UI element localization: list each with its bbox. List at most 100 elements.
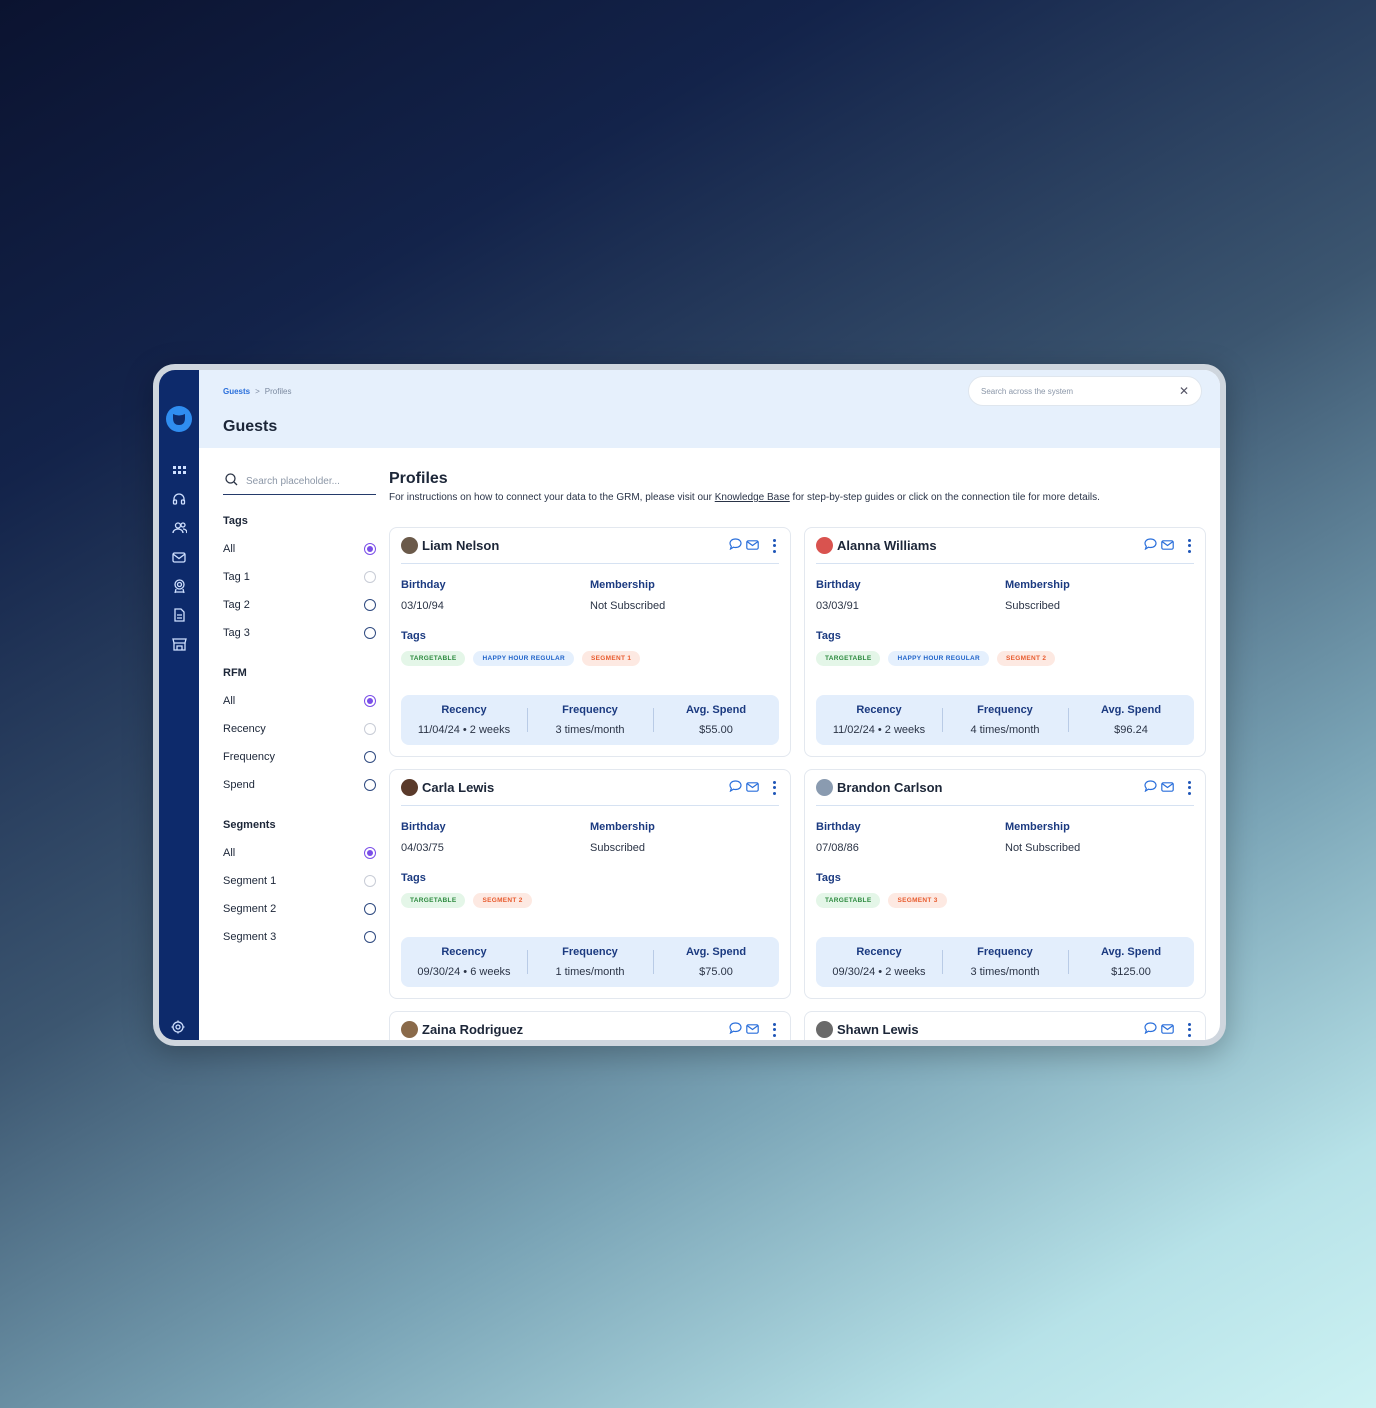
profile-card[interactable]: Brandon Carlson Birthday 07/08/86 Member… (804, 769, 1206, 999)
card-header: Shawn Lewis (816, 1012, 1194, 1040)
filter-option[interactable]: All (223, 535, 376, 563)
filter-option[interactable]: Tag 2 (223, 591, 376, 619)
breadcrumb-profiles: Profiles (264, 387, 292, 396)
filter-option[interactable]: Spend (223, 771, 376, 799)
membership-value: Subscribed (1005, 600, 1061, 612)
filter-group-title: RFM (223, 667, 247, 679)
filter-option[interactable]: Recency (223, 715, 376, 743)
mail-icon[interactable] (746, 1021, 759, 1039)
membership-label: Membership (590, 579, 655, 591)
guest-name[interactable]: Carla Lewis (422, 780, 494, 795)
close-icon[interactable]: ✕ (1179, 384, 1189, 398)
guest-name[interactable]: Liam Nelson (422, 538, 499, 553)
more-options-icon[interactable] (769, 1022, 779, 1037)
filter-radio[interactable] (364, 903, 376, 915)
more-options-icon[interactable] (1184, 538, 1194, 553)
rfm-stats: Recency 09/30/24 • 2 weeks Frequency 3 tim… (816, 937, 1194, 987)
filter-option[interactable]: All (223, 687, 376, 715)
filter-option[interactable]: Tag 3 (223, 619, 376, 647)
guest-name[interactable]: Alanna Williams (837, 538, 937, 553)
filter-option[interactable]: Segment 3 (223, 923, 376, 951)
tags-label: Tags (401, 872, 426, 884)
chat-icon[interactable] (1144, 1021, 1157, 1039)
recency-label: Recency (856, 946, 902, 958)
guest-name[interactable]: Brandon Carlson (837, 780, 942, 795)
filter-option[interactable]: Segment 2 (223, 895, 376, 923)
filter-search-input[interactable]: Search placeholder... (223, 468, 376, 495)
chat-icon[interactable] (1144, 537, 1157, 555)
avatar (816, 537, 833, 554)
filter-option-label: Tag 2 (223, 599, 250, 611)
filter-radio[interactable] (364, 931, 376, 943)
filter-radio[interactable] (364, 695, 376, 707)
more-options-icon[interactable] (1184, 780, 1194, 795)
filter-radio[interactable] (364, 571, 376, 583)
recency-value: 09/30/24 • 6 weeks (417, 966, 511, 978)
document-icon[interactable] (171, 607, 187, 623)
chat-icon[interactable] (729, 537, 742, 555)
mail-icon[interactable] (171, 549, 187, 565)
breadcrumb-guests[interactable]: Guests (223, 387, 250, 396)
store-icon[interactable] (171, 636, 187, 652)
tag-badge: SEGMENT 3 (888, 893, 947, 908)
chat-icon[interactable] (729, 1021, 742, 1039)
profile-card[interactable]: Alanna Williams Birthday 03/03/91 Member… (804, 527, 1206, 757)
breadcrumb: Guests > Profiles (223, 387, 291, 396)
rfm-stats: Recency 09/30/24 • 6 weeks Frequency 1 tim… (401, 937, 779, 987)
filter-option[interactable]: Tag 1 (223, 563, 376, 591)
guest-name[interactable]: Zaina Rodriguez (422, 1022, 523, 1037)
knowledge-base-link[interactable]: Knowledge Base (715, 492, 790, 503)
avatar (401, 1021, 418, 1038)
filter-radio[interactable] (364, 779, 376, 791)
more-options-icon[interactable] (1184, 1022, 1194, 1037)
description-text-end: for step-by-step guides or click on the … (789, 492, 1100, 503)
award-icon[interactable] (171, 578, 187, 594)
chat-icon[interactable] (1144, 779, 1157, 797)
profile-card[interactable]: Liam Nelson Birthday 03/10/94 Membership… (389, 527, 791, 757)
app-logo[interactable] (166, 406, 192, 432)
rfm-stats: Recency 11/04/24 • 2 weeks Frequency 3 tim… (401, 695, 779, 745)
filter-radio[interactable] (364, 751, 376, 763)
filter-search-placeholder: Search placeholder... (246, 475, 340, 487)
filter-option[interactable]: Frequency (223, 743, 376, 771)
filter-radio[interactable] (364, 723, 376, 735)
filter-radio[interactable] (364, 543, 376, 555)
tag-list: TARGETABLE HAPPY HOUR REGULAR SEGMENT 2 (816, 651, 1194, 666)
profile-card[interactable]: Shawn Lewis (804, 1011, 1206, 1040)
birthday-value: 04/03/75 (401, 842, 444, 854)
filter-radio[interactable] (364, 875, 376, 887)
nav-rail (159, 370, 199, 1040)
filter-radio[interactable] (364, 847, 376, 859)
filter-option[interactable]: Segment 1 (223, 867, 376, 895)
more-options-icon[interactable] (769, 538, 779, 553)
mail-icon[interactable] (1161, 1021, 1174, 1039)
chat-icon[interactable] (729, 779, 742, 797)
more-options-icon[interactable] (769, 780, 779, 795)
avatar (401, 537, 418, 554)
recency-label: Recency (441, 946, 487, 958)
filter-option-label: All (223, 695, 236, 707)
gear-icon[interactable] (171, 1020, 187, 1036)
filter-option[interactable]: All (223, 839, 376, 867)
guest-name[interactable]: Shawn Lewis (837, 1022, 919, 1037)
frequency-label: Frequency (977, 946, 1033, 958)
membership-label: Membership (1005, 579, 1070, 591)
global-search-input[interactable]: Search across the system ✕ (968, 376, 1202, 406)
profile-card[interactable]: Zaina Rodriguez (389, 1011, 791, 1040)
profile-card[interactable]: Carla Lewis Birthday 04/03/75 Membership… (389, 769, 791, 999)
mail-icon[interactable] (746, 779, 759, 797)
mail-icon[interactable] (746, 537, 759, 555)
avatar (401, 779, 418, 796)
mail-icon[interactable] (1161, 537, 1174, 555)
filter-option-label: Recency (223, 723, 266, 735)
headset-icon[interactable] (171, 491, 187, 507)
recency-label: Recency (441, 704, 487, 716)
filter-radio[interactable] (364, 627, 376, 639)
recency-value: 11/02/24 • 2 weeks (832, 724, 926, 736)
filter-radio[interactable] (364, 599, 376, 611)
avg-spend-value: $55.00 (699, 724, 733, 736)
users-icon[interactable] (171, 520, 187, 536)
mail-icon[interactable] (1161, 779, 1174, 797)
grid-icon[interactable] (171, 462, 187, 478)
profiles-section: Profiles For instructions on how to conn… (389, 448, 1220, 1040)
